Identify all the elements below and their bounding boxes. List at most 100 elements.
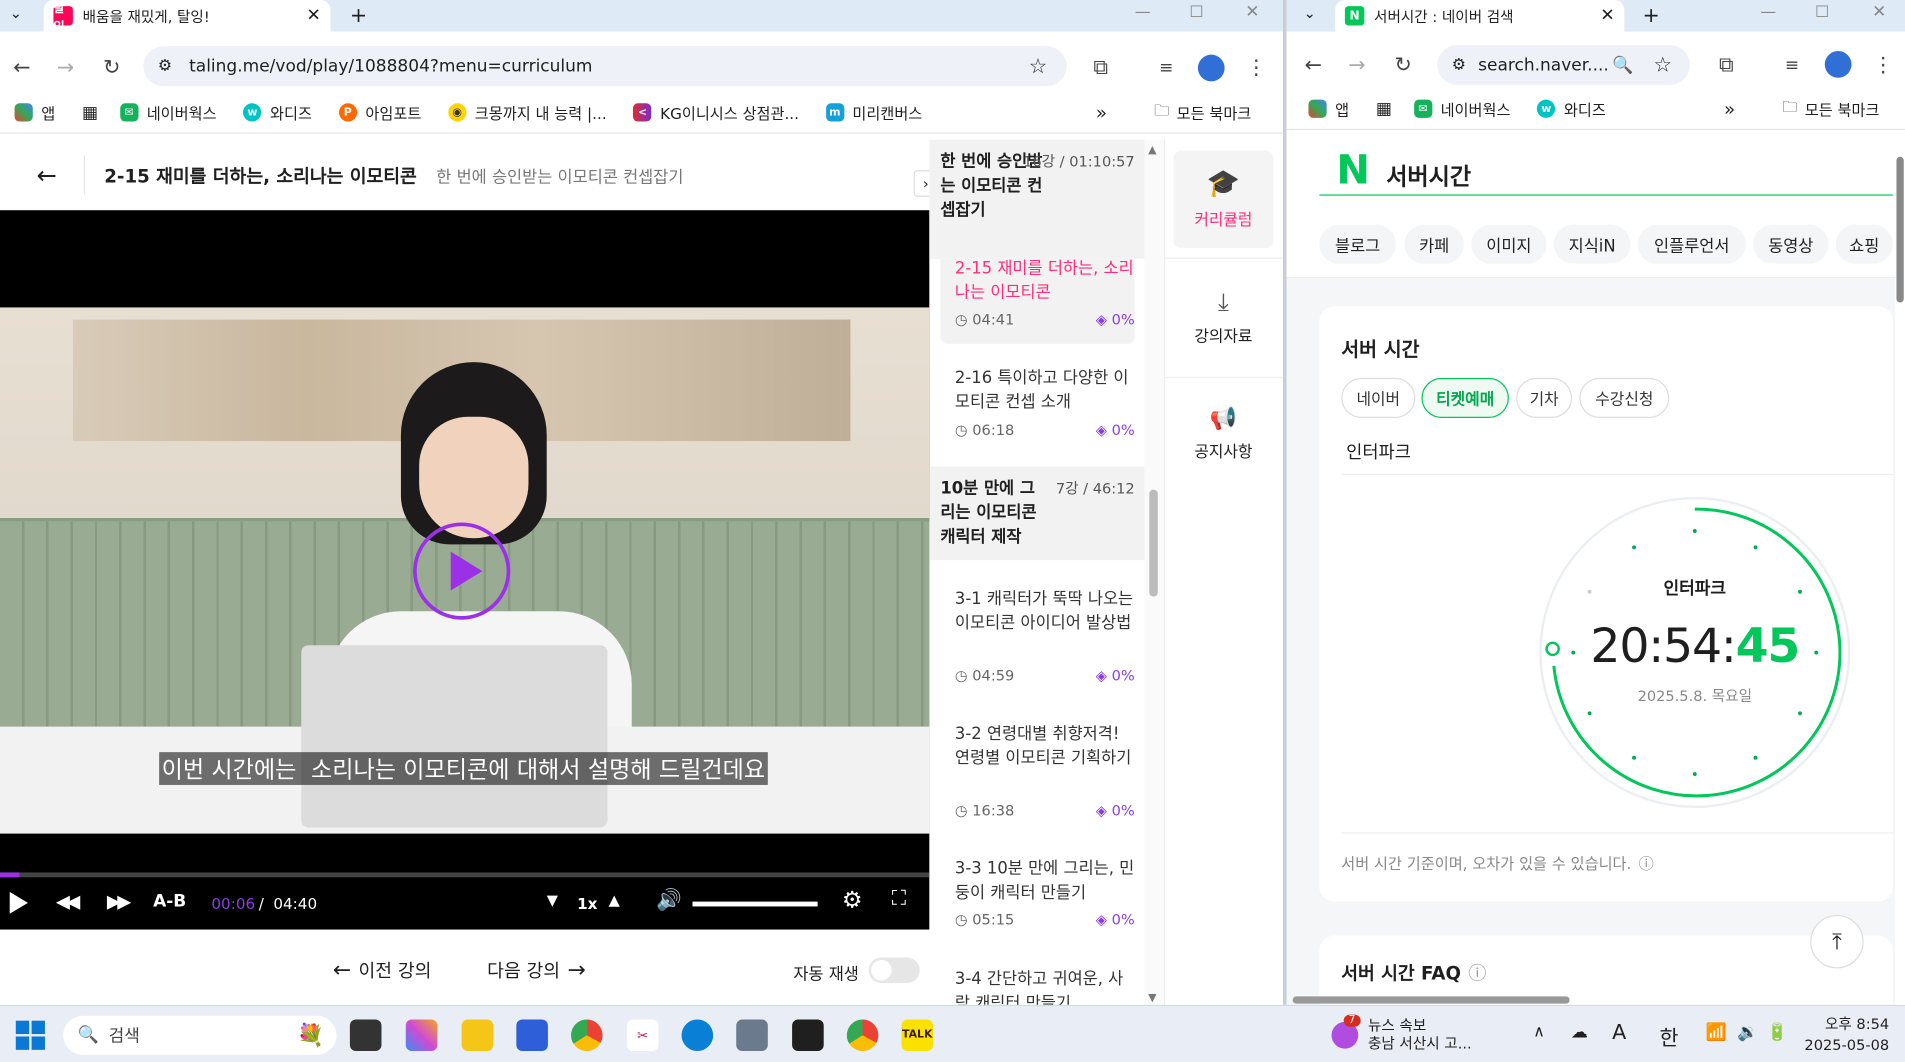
tab-search-icon[interactable]: ⌄ [10,5,22,22]
bookmark-iamport[interactable]: P 아임포트 [338,101,421,124]
settings-gear-icon[interactable]: ⚙ [842,887,863,914]
window-close-icon[interactable]: ✕ [1245,2,1259,21]
notice-tab[interactable]: 📢 공지사항 [1174,406,1274,462]
pill-train[interactable]: 기차 [1516,377,1573,418]
tab-group-icon[interactable]: ▦ [1376,99,1392,118]
lecture-2-16[interactable]: 2-16 특이하고 다양한 이모티콘 컨셉 소개 [955,366,1137,415]
address-bar[interactable]: ⚙ taling.me/vod/play/1088804?menu=curric… [143,46,1067,87]
menu-icon[interactable]: ⋮ [1869,51,1898,80]
tab-search-icon[interactable]: ⌄ [1304,5,1316,22]
wifi-icon[interactable]: 📶 [1706,1023,1727,1042]
maximize-icon[interactable]: ☐ [1189,4,1203,22]
bookmark-wadiz[interactable]: w 와디즈 [243,101,312,124]
filter-image[interactable]: 이미지 [1471,224,1547,264]
site-info-icon[interactable]: ⚙ [1452,56,1466,74]
maximize-icon[interactable]: ☐ [1815,4,1829,22]
next-lecture-button[interactable]: 다음 강의 → [487,957,585,983]
video-player[interactable]: 이번 시간에는 소리나는 이모티콘에 대해서 설명해 드릴건데요 ◀◀ ▶▶ A… [0,210,930,930]
rewind-icon[interactable]: ◀◀ [56,891,80,913]
filter-cafe[interactable]: 카페 [1404,224,1464,264]
more-bookmarks-icon[interactable]: » [1096,101,1107,123]
back-icon[interactable]: ← [7,53,36,82]
play-overlay-button[interactable] [413,522,511,620]
extensions-icon[interactable]: ⧉ [1712,51,1741,80]
fast-forward-icon[interactable]: ▶▶ [107,891,131,913]
forward-icon[interactable]: → [51,53,80,82]
info-icon[interactable]: ⓘ [1639,851,1654,874]
snipping-tool-icon[interactable]: ✂ [626,1019,659,1052]
close-icon[interactable]: ✕ [306,6,320,25]
news-widget[interactable]: 7 뉴스 속보 충남 서산시 고... [1331,1014,1526,1055]
tab-taling[interactable]: 탈잉 배움을 재밌게, 탈잉! ✕ [43,0,331,34]
curriculum-scrollbar[interactable]: ▲ ▼ [1144,139,1164,1005]
filter-blog[interactable]: 블로그 [1319,224,1396,264]
speaker-icon[interactable]: 🔉 [1737,1023,1758,1042]
lecture-3-3[interactable]: 3-3 10분 만에 그리는, 민둥이 캐릭터 만들기 [955,857,1137,906]
pill-course[interactable]: 수강신청 [1579,377,1670,418]
sticky-notes-icon[interactable] [792,1019,824,1052]
bookmark-star-icon[interactable]: ☆ [1653,53,1672,77]
more-bookmarks-icon[interactable]: » [1724,98,1735,120]
materials-tab[interactable]: ⤓ 강의자료 [1174,287,1274,347]
menu-icon[interactable]: ⋮ [1242,53,1271,82]
extensions-icon[interactable]: ⧉ [1086,53,1115,82]
volume-icon[interactable]: 🔊 [656,888,682,912]
bookmark-apps[interactable]: 앱 [1308,97,1349,120]
section-header[interactable]: 한 번에 승인받는 이모티콘 컨셉잡기 16강 / 01:10:57 [929,139,1145,259]
speed-up-icon[interactable]: ▲ [609,892,620,909]
minimize-icon[interactable]: — [1760,4,1776,22]
lecture-3-4[interactable]: 3-4 간단하고 귀여운, 사람 캐릭터 만들기 [955,967,1137,1005]
reload-icon[interactable]: ↻ [97,53,126,82]
kakaotalk-icon[interactable]: TALK [901,1019,934,1052]
forward-icon[interactable]: → [1342,51,1371,80]
window-close-icon[interactable]: ✕ [1872,2,1886,21]
minimize-icon[interactable]: — [1135,4,1151,22]
fullscreen-icon[interactable]: ⛶ [892,887,906,911]
profile-avatar[interactable] [1197,54,1225,82]
onedrive-icon[interactable]: ☁ [1571,1023,1588,1042]
media-icon[interactable]: ≡ [1152,53,1181,82]
back-arrow-icon[interactable]: ← [36,160,56,189]
new-tab-icon[interactable]: + [350,4,367,28]
edge-icon[interactable] [681,1019,714,1052]
bookmark-apps[interactable]: 앱 [14,101,55,124]
calculator-icon[interactable] [736,1019,768,1052]
tab-naver[interactable]: N 서버시간 : 네이버 검색 ✕ [1335,0,1625,32]
chrome-profile-icon[interactable] [846,1019,879,1052]
bookmark-naverworks[interactable]: ✉ 네이버웍스 [1413,97,1510,120]
zoom-icon[interactable]: 🔍 [1612,55,1633,74]
ab-repeat-button[interactable]: A-B [153,892,186,911]
section-header[interactable]: 10분 만에 그리는 이모티콘 캐릭터 제작 7강 / 46:12 [929,466,1145,561]
bookmark-star-icon[interactable]: ☆ [1029,54,1048,78]
bookmark-naverworks[interactable]: ✉ 네이버웍스 [119,101,217,124]
info-icon[interactable]: ⓘ [1468,960,1486,986]
speed-down-icon[interactable]: ▼ [547,892,558,909]
filter-shopping[interactable]: 쇼핑 [1835,224,1893,264]
curriculum-tab[interactable]: 🎓 커리큘럼 [1173,150,1274,248]
store-icon[interactable] [516,1019,548,1052]
progress-track[interactable] [0,872,930,878]
ime-hangul[interactable]: 한 [1660,1021,1679,1051]
battery-icon[interactable]: 🔋 [1766,1023,1787,1042]
copilot-icon[interactable] [405,1019,438,1052]
profile-avatar[interactable] [1824,51,1852,78]
back-icon[interactable]: ← [1299,51,1328,80]
ime-mode[interactable]: A [1612,1021,1626,1045]
scroll-thumb[interactable] [1149,489,1158,597]
faq-title[interactable]: 서버 시간 FAQ ⓘ [1341,960,1486,986]
filter-kin[interactable]: 지식iN [1553,224,1631,264]
file-explorer-icon[interactable] [461,1019,494,1052]
page-scrollbar[interactable] [1895,139,1905,1005]
new-tab-icon[interactable]: + [1643,4,1660,28]
play-icon[interactable] [9,891,28,914]
windows-start-icon[interactable] [15,1020,45,1050]
filter-influencer[interactable]: 인플루언서 [1637,224,1746,264]
autoplay-toggle[interactable] [868,957,920,984]
reload-icon[interactable]: ↻ [1389,51,1418,80]
pill-naver[interactable]: 네이버 [1341,377,1416,418]
bookmark-wadiz[interactable]: w 와디즈 [1537,97,1606,120]
volume-slider[interactable] [692,901,818,907]
naver-logo[interactable]: N [1336,146,1370,193]
lecture-3-1[interactable]: 3-1 캐릭터가 뚝딱 나오는 이모티콘 아이디어 발상법 [955,587,1137,636]
prev-lecture-button[interactable]: ← 이전 강의 [333,957,431,983]
